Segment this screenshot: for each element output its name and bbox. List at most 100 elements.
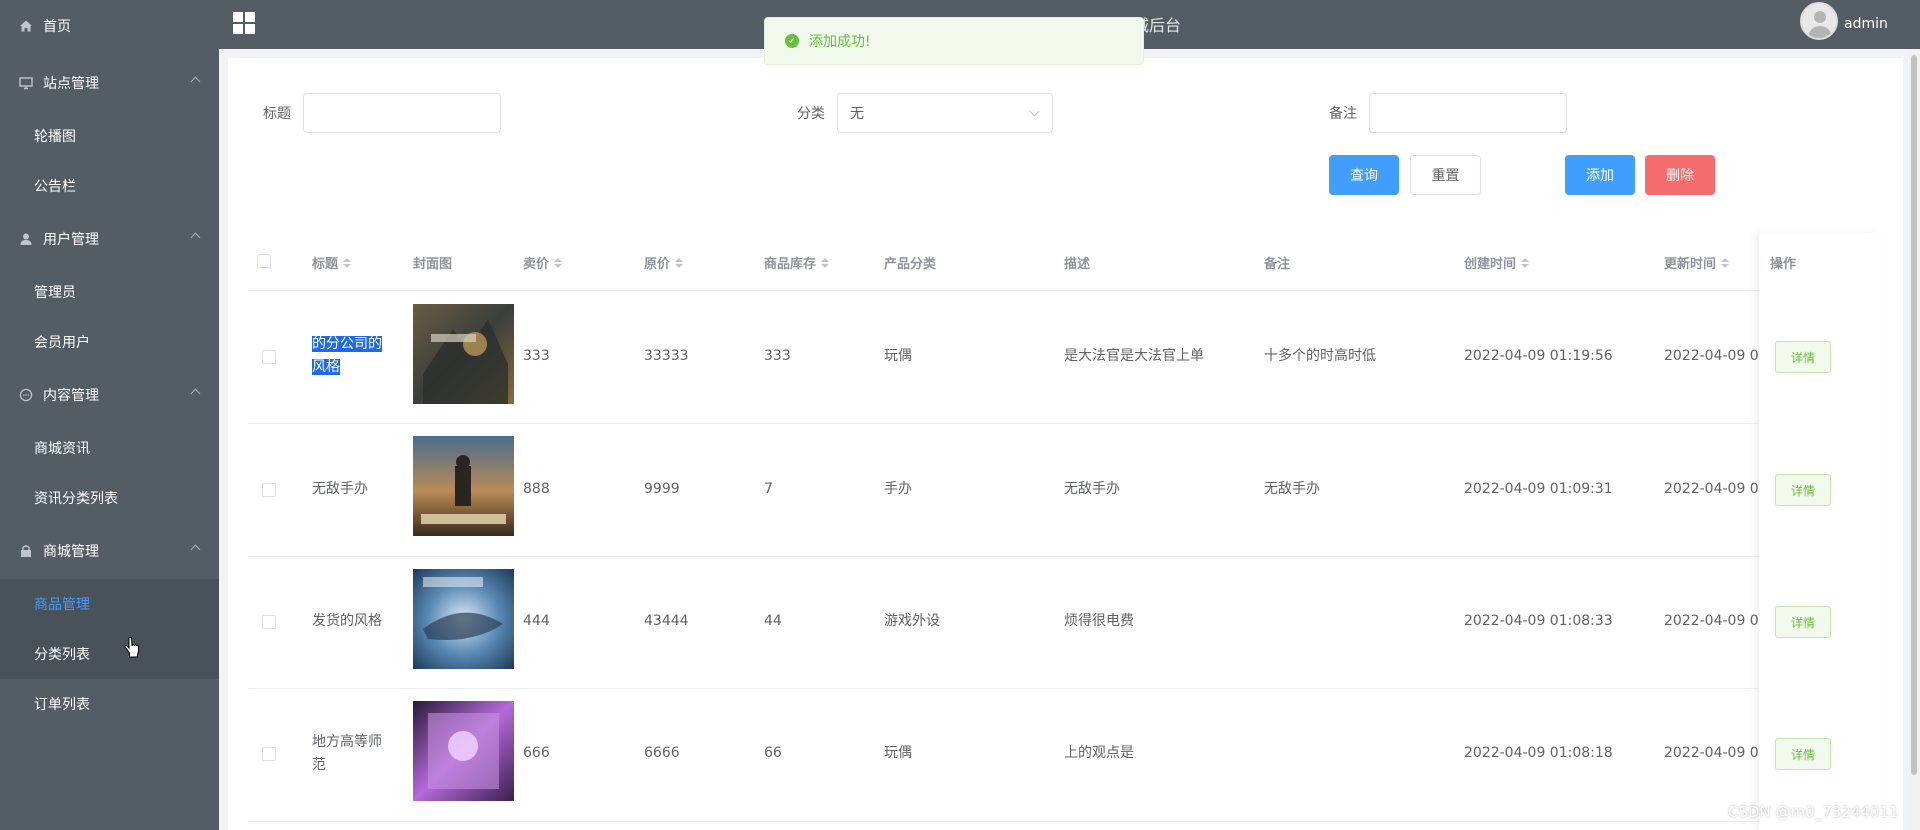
detail-button[interactable]: 详情	[1775, 341, 1831, 373]
row-divider	[248, 423, 1880, 424]
detail-button[interactable]: 详情	[1775, 738, 1831, 770]
sidebar-item-home[interactable]: 首页	[0, 1, 219, 51]
sort-icon[interactable]	[1521, 257, 1530, 268]
row-description: 上的观点是	[1064, 745, 1134, 761]
column-label: 操作	[1770, 257, 1797, 272]
column-label: 创建时间	[1464, 257, 1517, 272]
row-created: 2022-04-09 01:09:31	[1464, 481, 1613, 497]
row-stock: 7	[764, 481, 773, 497]
row-checkbox[interactable]	[262, 615, 276, 629]
column-header-created[interactable]: 创建时间	[1464, 253, 1530, 272]
sidebar-item-members[interactable]: 会员用户	[0, 317, 219, 367]
watermark: CSDN @m0_73244011	[1728, 803, 1899, 821]
title-filter-label: 标题	[263, 106, 291, 122]
query-button[interactable]: 查询	[1329, 155, 1399, 195]
row-updated: 2022-04-09 01:	[1664, 613, 1773, 629]
sidebar-item-label: 会员用户	[34, 335, 90, 351]
sidebar-item-news-categories[interactable]: 资讯分类列表	[0, 473, 219, 523]
column-header-price[interactable]: 卖价	[523, 253, 563, 272]
sidebar-item-products[interactable]: 商品管理	[0, 579, 219, 629]
sort-icon[interactable]	[675, 257, 684, 268]
chevron-down-icon	[1029, 106, 1040, 117]
row-checkbox[interactable]	[262, 483, 276, 497]
sidebar-item-orders[interactable]: 订单列表	[0, 679, 219, 729]
column-header-title[interactable]: 标题	[312, 253, 352, 272]
sidebar-item-categories[interactable]: 分类列表	[0, 629, 219, 679]
chevron-up-icon	[190, 232, 201, 243]
row-title: 发货的风格	[312, 613, 382, 629]
sidebar-item-label: 商品管理	[34, 597, 90, 613]
sidebar-group-label: 内容管理	[43, 388, 99, 404]
chevron-up-icon	[190, 388, 201, 399]
row-title: 无敌手办	[312, 481, 368, 497]
sidebar-group-shop[interactable]: 商城管理	[0, 526, 219, 576]
column-label: 描述	[1064, 257, 1091, 272]
row-original-price: 43444	[644, 613, 689, 629]
select-all-checkbox[interactable]	[257, 254, 271, 268]
scrollbar-thumb[interactable]	[1911, 55, 1917, 775]
sidebar-group-content[interactable]: 内容管理	[0, 370, 219, 420]
delete-button[interactable]: 删除	[1645, 155, 1715, 195]
row-created: 2022-04-09 01:08:18	[1464, 745, 1613, 761]
toast-text: 添加成功!	[809, 34, 871, 50]
row-checkbox[interactable]	[262, 747, 276, 761]
avatar-icon[interactable]	[1800, 2, 1838, 40]
detail-button[interactable]: 详情	[1775, 474, 1831, 506]
success-toast: ✓ 添加成功!	[764, 17, 1144, 65]
row-title-line: 风格	[312, 359, 340, 375]
sidebar-group-label: 站点管理	[43, 76, 99, 92]
monitor-icon	[18, 75, 34, 91]
sidebar: 首页 站点管理 轮播图 公告栏 用户管理 管理员 会员用户 内容管理 商城资讯 …	[0, 0, 219, 830]
column-header-original-price[interactable]: 原价	[644, 253, 684, 272]
row-divider	[248, 556, 1880, 557]
sort-icon[interactable]	[554, 257, 563, 268]
detail-button[interactable]: 详情	[1775, 606, 1831, 638]
sidebar-item-carousel[interactable]: 轮播图	[0, 111, 219, 161]
row-updated: 2022-04-09 01:	[1664, 745, 1773, 761]
column-label: 卖价	[523, 257, 550, 272]
sort-icon[interactable]	[821, 257, 830, 268]
hand-cursor-icon	[124, 636, 140, 663]
sidebar-item-label: 首页	[43, 19, 71, 35]
sidebar-group-users[interactable]: 用户管理	[0, 214, 219, 264]
row-title-line: 地方高等师	[312, 734, 382, 750]
sidebar-item-label: 商城资讯	[34, 441, 90, 457]
sort-icon[interactable]	[343, 257, 352, 268]
home-icon	[18, 18, 34, 34]
grid-icon[interactable]	[233, 12, 255, 34]
reset-button[interactable]: 重置	[1410, 155, 1481, 195]
row-original-price: 9999	[644, 481, 680, 497]
add-button[interactable]: 添加	[1565, 155, 1635, 195]
row-description: 是大法官是大法官上单	[1064, 348, 1204, 364]
row-price: 888	[523, 481, 550, 497]
sort-icon[interactable]	[1721, 257, 1730, 268]
username[interactable]: admin	[1844, 16, 1888, 32]
sidebar-group-label: 商城管理	[43, 544, 99, 560]
sidebar-item-label: 资讯分类列表	[34, 491, 118, 507]
remark-filter-input[interactable]	[1369, 93, 1567, 133]
column-label: 原价	[644, 257, 671, 272]
title-filter-input[interactable]	[303, 93, 501, 133]
row-remark: 十多个的时高时低	[1264, 348, 1376, 364]
row-category: 玩偶	[884, 745, 912, 761]
row-original-price: 6666	[644, 745, 680, 761]
column-label: 标题	[312, 257, 339, 272]
sidebar-item-notice[interactable]: 公告栏	[0, 161, 219, 211]
column-header-category: 产品分类	[884, 253, 936, 272]
column-header-updated[interactable]: 更新时间	[1664, 253, 1730, 272]
row-category: 玩偶	[884, 348, 912, 364]
column-header-stock[interactable]: 商品库存	[764, 253, 830, 272]
row-checkbox[interactable]	[262, 350, 276, 364]
row-price: 444	[523, 613, 550, 629]
row-updated: 2022-04-09 01:	[1664, 348, 1773, 364]
sidebar-group-site[interactable]: 站点管理	[0, 58, 219, 108]
remark-filter-label: 备注	[1329, 106, 1357, 122]
row-category: 手办	[884, 481, 912, 497]
sidebar-item-admins[interactable]: 管理员	[0, 267, 219, 317]
sidebar-item-news[interactable]: 商城资讯	[0, 423, 219, 473]
column-header-cover: 封面图	[413, 253, 452, 272]
category-select[interactable]: 无	[837, 93, 1053, 133]
row-stock: 44	[764, 613, 782, 629]
product-cover-image	[413, 436, 514, 536]
success-icon: ✓	[785, 34, 799, 48]
